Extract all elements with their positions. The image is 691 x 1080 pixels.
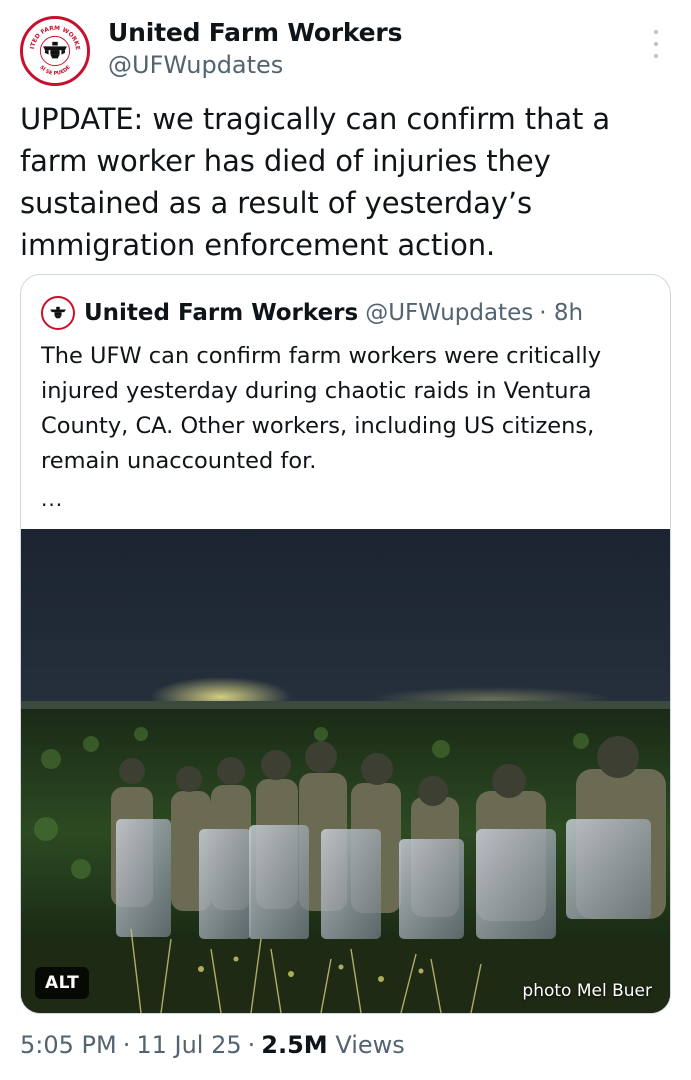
quoted-author-name: United Farm Workers xyxy=(84,300,359,326)
ufw-logo-icon xyxy=(43,298,73,328)
quoted-tweet-text: The UFW can confirm farm workers were cr… xyxy=(41,343,602,474)
tweet-date[interactable]: 11 Jul 25 xyxy=(136,1031,241,1059)
ufw-logo-icon: UNITED FARM WORKERS SÍ SE PUEDE xyxy=(23,19,86,82)
views-label: Views xyxy=(335,1031,405,1059)
meta-separator: · xyxy=(247,1031,256,1059)
tweet-text: UPDATE: we tragically can confirm that a… xyxy=(20,102,611,262)
more-dot xyxy=(654,30,658,34)
quoted-author-handle: @UFWupdates xyxy=(365,300,534,326)
more-dot xyxy=(654,42,658,46)
author-handle[interactable]: @UFWupdates xyxy=(108,51,283,79)
photo-credit: photo Mel Buer xyxy=(522,981,652,1001)
quoted-tweet-card[interactable]: United Farm Workers @UFWupdates · 8h The… xyxy=(20,274,671,1014)
tweet-meta: 5:05 PM · 11 Jul 25 · 2.5M Views xyxy=(20,1031,405,1059)
quoted-tweet-time: · 8h xyxy=(539,300,584,326)
author-avatar[interactable]: UNITED FARM WORKERS SÍ SE PUEDE xyxy=(20,16,90,86)
quoted-tweet-ellipsis: ... xyxy=(41,487,64,511)
more-dot xyxy=(654,54,658,58)
alt-text-button[interactable]: ALT xyxy=(35,967,90,999)
quoted-author-avatar xyxy=(41,296,75,330)
meta-separator: · xyxy=(122,1031,131,1059)
quoted-tweet-header: United Farm Workers @UFWupdates · 8h xyxy=(41,296,583,330)
tweet-page: UNITED FARM WORKERS SÍ SE PUEDE United F… xyxy=(0,0,691,1080)
photo-scene xyxy=(21,529,670,1013)
quoted-tweet-photo[interactable]: ALT photo Mel Buer xyxy=(21,529,670,1013)
author-name[interactable]: United Farm Workers xyxy=(108,18,402,47)
views-count: 2.5M xyxy=(261,1031,328,1059)
tweet-time[interactable]: 5:05 PM xyxy=(20,1031,117,1059)
more-options-icon[interactable] xyxy=(643,30,669,58)
